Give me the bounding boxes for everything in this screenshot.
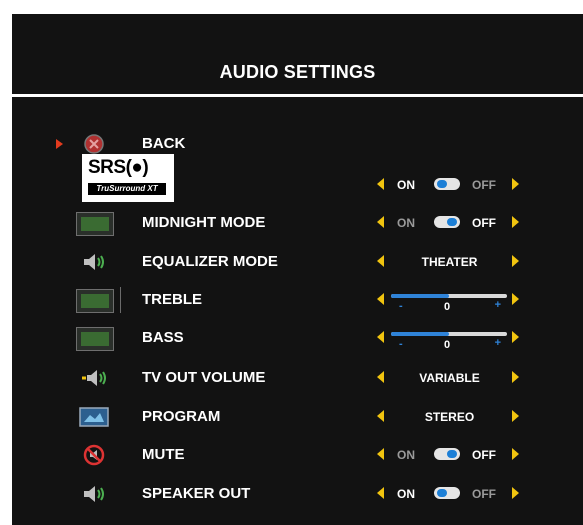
bass-slider[interactable]: - 0 + <box>389 327 509 351</box>
on-off-toggle[interactable] <box>434 448 460 460</box>
tv-screen-icon <box>76 289 114 313</box>
slider-value: 0 <box>444 339 451 351</box>
program-value: STEREO <box>424 410 475 424</box>
arrow-right-icon[interactable] <box>512 255 519 267</box>
arrow-right-icon[interactable] <box>512 410 519 422</box>
tv-out-volume-value: VARIABLE <box>419 371 480 385</box>
treble-slider[interactable]: - 0 + <box>389 289 509 313</box>
option-on: ON <box>397 448 415 462</box>
option-on: ON <box>397 487 415 501</box>
slider-plus-label: + <box>494 337 501 349</box>
back-icon <box>76 133 112 155</box>
toggle-knob <box>447 218 457 226</box>
speaker-icon <box>76 251 112 273</box>
menu-item-label: PROGRAM <box>142 408 221 425</box>
arrow-left-icon[interactable] <box>377 255 384 267</box>
menu-item-bass[interactable]: BASS - 0 + <box>12 321 583 355</box>
menu-item-treble[interactable]: TREBLE - 0 + <box>12 283 583 317</box>
arrow-right-icon[interactable] <box>512 216 519 228</box>
arrow-right-icon[interactable] <box>512 293 519 305</box>
arrow-right-icon[interactable] <box>512 487 519 499</box>
arrow-left-icon[interactable] <box>377 487 384 499</box>
tv-screen-icon <box>76 327 114 351</box>
on-off-toggle[interactable] <box>434 487 460 499</box>
arrow-left-icon[interactable] <box>377 410 384 422</box>
arrow-left-icon[interactable] <box>377 448 384 460</box>
on-off-toggle[interactable] <box>434 216 460 228</box>
selection-pointer-icon <box>56 139 63 149</box>
title-divider <box>12 94 583 97</box>
option-off: OFF <box>472 178 496 192</box>
speaker-icon <box>76 367 112 389</box>
icon-separator <box>120 287 121 313</box>
option-on: ON <box>397 178 415 192</box>
arrow-right-icon[interactable] <box>512 371 519 383</box>
arrow-left-icon[interactable] <box>377 371 384 383</box>
option-off: OFF <box>472 487 496 501</box>
arrow-right-icon[interactable] <box>512 178 519 190</box>
menu-item-label: SPEAKER OUT <box>142 485 251 502</box>
slider-fill <box>391 332 449 336</box>
slider-fill <box>391 294 449 298</box>
slider-minus-label: - <box>399 300 403 312</box>
arrow-left-icon[interactable] <box>377 293 384 305</box>
option-off: OFF <box>472 448 496 462</box>
menu-item-equalizer-mode[interactable]: EQUALIZER MODE THEATER <box>12 245 583 279</box>
menu-item-label: MIDNIGHT MODE <box>142 214 266 231</box>
menu-item-label: EQUALIZER MODE <box>142 253 278 270</box>
toggle-knob <box>447 450 457 458</box>
toggle-knob <box>437 489 447 497</box>
option-on: ON <box>397 216 415 230</box>
menu-item-tv-out-volume[interactable]: TV OUT VOLUME VARIABLE <box>12 361 583 395</box>
menu-item-label: BASS <box>142 329 184 346</box>
slider-value: 0 <box>444 301 451 313</box>
menu-item-label: TV OUT VOLUME <box>142 369 266 386</box>
slider-minus-label: - <box>399 338 403 350</box>
tv-screen-icon <box>76 212 114 236</box>
arrow-left-icon[interactable] <box>377 331 384 343</box>
speaker-icon <box>76 483 112 505</box>
arrow-right-icon[interactable] <box>512 331 519 343</box>
toggle-knob <box>437 180 447 188</box>
menu-title: AUDIO SETTINGS <box>219 62 376 82</box>
equalizer-value: THEATER <box>421 255 478 269</box>
arrow-right-icon[interactable] <box>512 448 519 460</box>
menu-item-midnight-mode[interactable]: MIDNIGHT MODE ON OFF <box>12 206 583 240</box>
menu-item-srs-trusurround[interactable]: ON OFF <box>12 168 583 202</box>
program-icon <box>76 406 112 428</box>
menu-item-mute[interactable]: MUTE ON OFF <box>12 438 583 472</box>
menu-item-label: BACK <box>142 135 186 152</box>
tv-osd-screen: AUDIO SETTINGS BACK SRS(●) TruSurround X… <box>12 14 583 525</box>
menu-item-program[interactable]: PROGRAM STEREO <box>12 400 583 434</box>
on-off-toggle[interactable] <box>434 178 460 190</box>
arrow-left-icon[interactable] <box>377 216 384 228</box>
menu-item-speaker-out[interactable]: SPEAKER OUT ON OFF <box>12 477 583 511</box>
menu-item-label: TREBLE <box>142 291 202 308</box>
slider-plus-label: + <box>494 299 501 311</box>
option-off: OFF <box>472 216 496 230</box>
mute-icon <box>76 444 112 466</box>
arrow-left-icon[interactable] <box>377 178 384 190</box>
menu-item-label: MUTE <box>142 446 185 463</box>
